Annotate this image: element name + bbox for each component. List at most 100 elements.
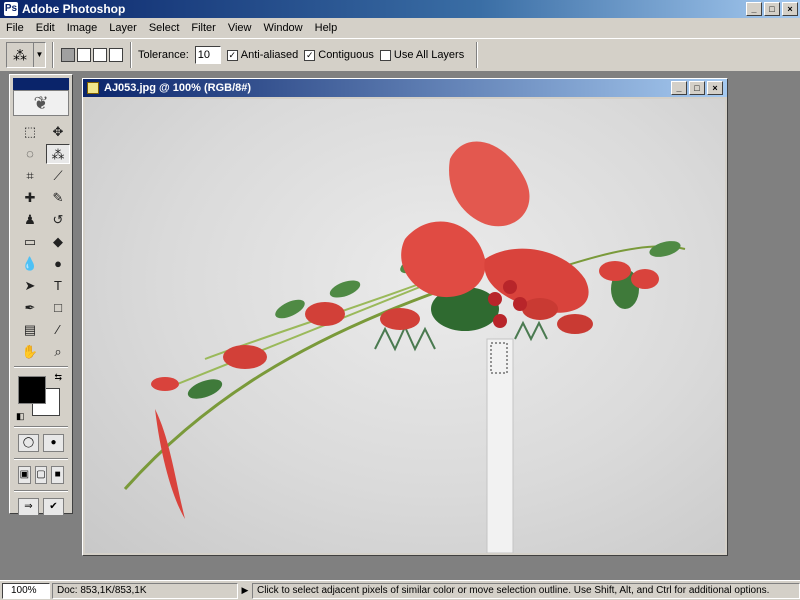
use-all-layers-checkbox[interactable]: Use All Layers <box>379 49 465 61</box>
feather-logo-icon[interactable]: ❦ <box>13 90 69 116</box>
mask-mode-group: ◯ ● <box>10 432 72 454</box>
divider <box>14 426 68 428</box>
red-tulip <box>305 302 345 326</box>
jump-to-imageready-icon[interactable]: ⇒ <box>18 498 39 516</box>
contiguous-checkbox[interactable]: ✓ Contiguous <box>304 49 374 61</box>
status-bar: 100% Doc: 853,1K/853,1K ▶ Click to selec… <box>0 580 800 600</box>
document-icon <box>87 82 99 94</box>
divider <box>52 42 54 68</box>
marquee-icon[interactable]: ⬚ <box>18 122 42 142</box>
menu-window[interactable]: Window <box>258 18 309 38</box>
status-menu-arrow-icon[interactable]: ▶ <box>238 585 252 596</box>
chevron-down-icon[interactable]: ▼ <box>33 43 45 67</box>
fern <box>374 324 436 352</box>
menu-filter[interactable]: Filter <box>185 18 221 38</box>
zoom-input[interactable]: 100% <box>2 582 50 599</box>
crop-icon[interactable]: ⌗ <box>18 166 42 186</box>
app-window-controls: _ □ × <box>746 2 798 16</box>
red-tulip <box>557 314 593 334</box>
subtract-from-selection-icon[interactable] <box>93 48 107 62</box>
dodge-icon[interactable]: ● <box>46 254 70 274</box>
red-tulip <box>599 261 631 281</box>
leaf <box>649 241 681 257</box>
divider <box>14 458 68 460</box>
menu-help[interactable]: Help <box>309 18 344 38</box>
eraser-icon[interactable]: ▭ <box>18 232 42 252</box>
menu-bar: File Edit Image Layer Select Filter View… <box>0 18 800 38</box>
anti-aliased-label: Anti-aliased <box>240 49 299 61</box>
minimize-button[interactable]: _ <box>746 2 762 16</box>
lasso-icon[interactable]: ◌ <box>18 144 42 164</box>
divider <box>14 366 68 368</box>
brush-icon[interactable]: ✎ <box>46 188 70 208</box>
pen-icon[interactable]: ✒ <box>18 298 42 318</box>
red-tulip <box>380 308 420 330</box>
document-window-controls: _ □ × <box>671 81 723 95</box>
standard-screen-mode-icon[interactable]: ▣ <box>18 466 31 484</box>
add-to-selection-icon[interactable] <box>77 48 91 62</box>
fern <box>514 320 548 342</box>
checkbox-checked-icon: ✓ <box>304 49 316 61</box>
doc-maximize-button[interactable]: □ <box>689 81 705 95</box>
menu-layer[interactable]: Layer <box>103 18 143 38</box>
red-tulip <box>151 377 179 391</box>
maximize-button[interactable]: □ <box>764 2 780 16</box>
doc-close-button[interactable]: × <box>707 81 723 95</box>
notes-icon[interactable]: ▤ <box>18 320 42 340</box>
quick-mask-mode-icon[interactable]: ● <box>43 434 64 452</box>
hand-icon[interactable]: ✋ <box>18 342 42 362</box>
doc-minimize-button[interactable]: _ <box>671 81 687 95</box>
tolerance-input[interactable]: 10 <box>194 46 221 64</box>
anti-aliased-checkbox[interactable]: ✓ Anti-aliased <box>226 49 299 61</box>
foreground-color-swatch[interactable] <box>18 376 46 404</box>
menu-select[interactable]: Select <box>143 18 186 38</box>
clone-stamp-icon[interactable]: ♟ <box>18 210 42 230</box>
use-all-layers-label: Use All Layers <box>393 49 465 61</box>
screen-mode-group: ▣ ▢ ■ <box>10 464 72 486</box>
healing-brush-icon[interactable]: ✚ <box>18 188 42 208</box>
red-berry <box>488 292 502 306</box>
move-icon[interactable]: ✥ <box>46 122 70 142</box>
swap-colors-icon[interactable]: ⇆ <box>54 372 62 383</box>
tool-grid: ⬚ ✥ ◌ ⁂ ⌗ ⟋ ✚ ✎ ♟ ↺ ▭ ◆ 💧 ● ➤ T ✒ □ ▤ ⁄ ✋ ⌕ <box>10 116 72 362</box>
image-canvas[interactable] <box>85 99 725 553</box>
document-window: AJ053.jpg @ 100% (RGB/8#) _ □ × <box>82 78 728 556</box>
document-size-info: Doc: 853,1K/853,1K <box>52 582 238 599</box>
menu-file[interactable]: File <box>0 18 30 38</box>
magic-wand-icon[interactable]: ⁂ <box>46 144 70 164</box>
menu-view[interactable]: View <box>222 18 258 38</box>
tool-preset-picker[interactable]: ⁂ ▼ <box>6 42 46 68</box>
intersect-selection-icon[interactable] <box>109 48 123 62</box>
paint-bucket-icon[interactable]: ◆ <box>46 232 70 252</box>
new-selection-icon[interactable] <box>61 48 75 62</box>
history-brush-icon[interactable]: ↺ <box>46 210 70 230</box>
document-title-bar[interactable]: AJ053.jpg @ 100% (RGB/8#) <box>83 79 727 97</box>
leaf <box>275 299 305 319</box>
menu-image[interactable]: Image <box>61 18 104 38</box>
toolbox-title-bar[interactable] <box>13 78 69 90</box>
red-tulip <box>522 298 558 320</box>
rectangle-icon[interactable]: □ <box>46 298 70 318</box>
flower-arrangement-image <box>123 141 686 553</box>
slice-icon[interactable]: ⟋ <box>46 166 70 186</box>
checkbox-checked-icon: ✓ <box>226 49 238 61</box>
toolbox: ❦ ⬚ ✥ ◌ ⁂ ⌗ ⟋ ✚ ✎ ♟ ↺ ▭ ◆ 💧 ● ➤ T ✒ □ ▤ ⁄ ✋ ⌕ ⇆ ◧ ◯ ● ▣ ▢ ■ ⇒… <box>9 74 73 516</box>
document-title: AJ053.jpg @ 100% (RGB/8#) <box>104 82 252 94</box>
red-tulip <box>631 269 659 289</box>
full-screen-menu-mode-icon[interactable]: ▢ <box>34 466 48 484</box>
imageready-icon[interactable]: ✔ <box>43 498 64 516</box>
divider <box>14 490 68 492</box>
standard-mode-icon[interactable]: ◯ <box>18 434 39 452</box>
blur-icon[interactable]: 💧 <box>18 254 42 274</box>
path-selection-icon[interactable]: ➤ <box>18 276 42 296</box>
type-icon[interactable]: T <box>46 276 70 296</box>
zoom-icon[interactable]: ⌕ <box>46 342 70 362</box>
close-button[interactable]: × <box>782 2 798 16</box>
eyedropper-icon[interactable]: ⁄ <box>46 320 70 340</box>
jump-group: ⇒ ✔ <box>10 496 72 518</box>
default-colors-icon[interactable]: ◧ <box>16 411 25 422</box>
color-swatches: ⇆ ◧ <box>16 372 66 422</box>
menu-edit[interactable]: Edit <box>30 18 61 38</box>
white-vase <box>486 338 514 553</box>
full-screen-mode-icon[interactable]: ■ <box>51 466 65 484</box>
